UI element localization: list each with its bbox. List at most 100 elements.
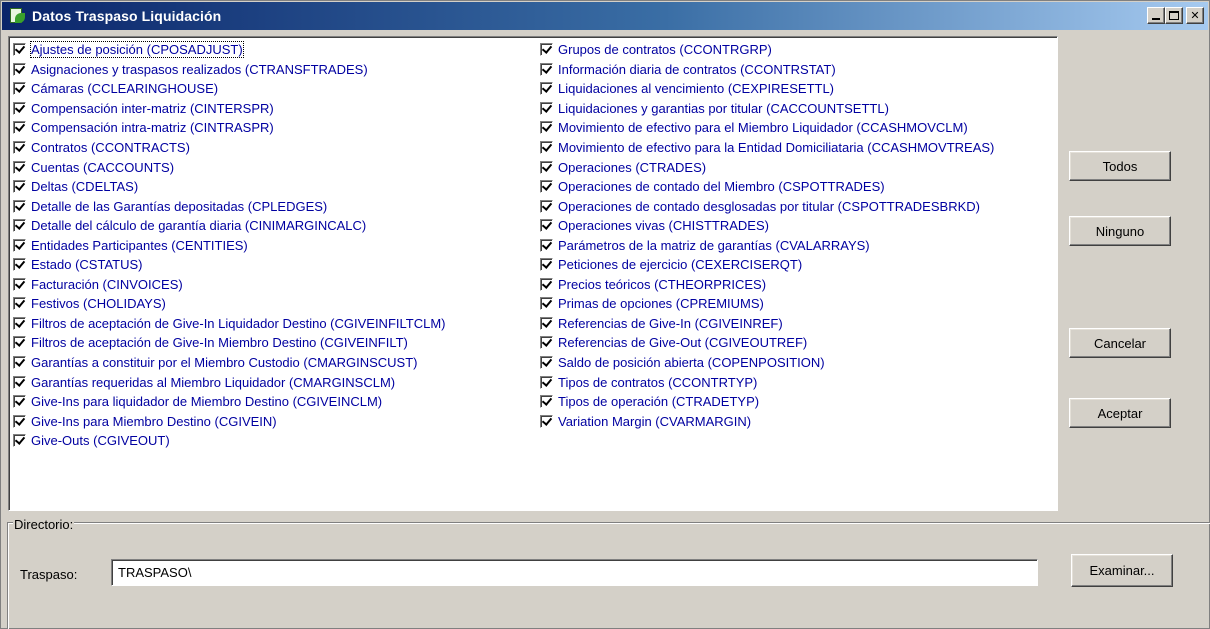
checked-checkbox-icon[interactable]	[13, 180, 26, 194]
tables-checklist[interactable]: Ajustes de posición (CPOSADJUST) Asignaci…	[8, 36, 1058, 511]
traspaso-path-input[interactable]	[111, 559, 1038, 586]
checked-checkbox-icon[interactable]	[540, 316, 553, 330]
checked-checkbox-icon[interactable]	[540, 121, 553, 135]
table-checkbox-item[interactable]: Garantías requeridas al Miembro Liquidad…	[13, 372, 445, 392]
table-checkbox-item[interactable]: Peticiones de ejercicio (CEXERCISERQT)	[540, 255, 994, 275]
checked-checkbox-icon[interactable]	[13, 199, 26, 213]
checked-checkbox-icon[interactable]	[540, 141, 553, 154]
checked-checkbox-icon[interactable]	[540, 258, 553, 272]
table-checkbox-item[interactable]: Referencias de Give-Out (CGIVEOUTREF)	[540, 333, 994, 353]
table-checkbox-item[interactable]: Operaciones vivas (CHISTTRADES)	[540, 216, 994, 236]
checked-checkbox-icon[interactable]	[540, 219, 553, 233]
accept-button[interactable]: Aceptar	[1069, 398, 1171, 428]
checked-checkbox-icon[interactable]	[13, 356, 26, 370]
table-checkbox-item[interactable]: Tipos de contratos (CCONTRTYP)	[540, 372, 994, 392]
table-checkbox-label: Parámetros de la matriz de garantías (CV…	[558, 237, 870, 253]
table-checkbox-item[interactable]: Referencias de Give-In (CGIVEINREF)	[540, 314, 994, 334]
checked-checkbox-icon[interactable]	[13, 219, 26, 233]
select-all-button[interactable]: Todos	[1069, 151, 1171, 181]
table-checkbox-item[interactable]: Compensación inter-matriz (CINTERSPR)	[13, 99, 445, 119]
table-checkbox-item[interactable]: Contratos (CCONTRACTS)	[13, 138, 445, 158]
table-checkbox-item[interactable]: Filtros de aceptación de Give-In Liquida…	[13, 314, 445, 334]
table-checkbox-label: Filtros de aceptación de Give-In Liquida…	[31, 315, 446, 331]
table-checkbox-item[interactable]: Garantías a constituir por el Miembro Cu…	[13, 353, 445, 373]
maximize-button[interactable]	[1165, 7, 1183, 24]
table-checkbox-item[interactable]: Deltas (CDELTAS)	[13, 177, 445, 197]
table-checkbox-item[interactable]: Detalle del cálculo de garantía diaria (…	[13, 216, 445, 236]
checked-checkbox-icon[interactable]	[540, 297, 553, 311]
table-checkbox-item[interactable]: Movimiento de efectivo para el Miembro L…	[540, 118, 994, 138]
checked-checkbox-icon[interactable]	[13, 336, 26, 350]
checked-checkbox-icon[interactable]	[13, 43, 26, 57]
checked-checkbox-icon[interactable]	[540, 101, 553, 115]
table-checkbox-item[interactable]: Filtros de aceptación de Give-In Miembro…	[13, 333, 445, 353]
table-checkbox-item[interactable]: Liquidaciones y garantias por titular (C…	[540, 99, 994, 119]
checked-checkbox-icon[interactable]	[540, 238, 553, 252]
checked-checkbox-icon[interactable]	[13, 62, 26, 76]
checked-checkbox-icon[interactable]	[13, 101, 26, 115]
table-checkbox-item[interactable]: Variation Margin (CVARMARGIN)	[540, 411, 994, 431]
table-checkbox-item[interactable]: Saldo de posición abierta (COPENPOSITION…	[540, 353, 994, 373]
table-checkbox-item[interactable]: Primas de opciones (CPREMIUMS)	[540, 294, 994, 314]
table-checkbox-item[interactable]: Festivos (CHOLIDAYS)	[13, 294, 445, 314]
checked-checkbox-icon[interactable]	[540, 395, 553, 409]
table-checkbox-item[interactable]: Entidades Participantes (CENTITIES)	[13, 235, 445, 255]
checked-checkbox-icon[interactable]	[540, 375, 553, 389]
table-checkbox-item[interactable]: Cuentas (CACCOUNTS)	[13, 157, 445, 177]
cancel-button[interactable]: Cancelar	[1069, 328, 1171, 358]
checked-checkbox-icon[interactable]	[13, 258, 26, 272]
table-checkbox-item[interactable]: Operaciones de contado desglosadas por t…	[540, 196, 994, 216]
checked-checkbox-icon[interactable]	[540, 414, 553, 428]
checked-checkbox-icon[interactable]	[540, 199, 553, 213]
checked-checkbox-icon[interactable]	[540, 277, 553, 291]
browse-button[interactable]: Examinar...	[1071, 554, 1173, 587]
table-checkbox-item[interactable]: Movimiento de efectivo para la Entidad D…	[540, 138, 994, 158]
checked-checkbox-icon[interactable]	[13, 82, 26, 96]
table-checkbox-item[interactable]: Tipos de operación (CTRADETYP)	[540, 392, 994, 412]
checked-checkbox-icon[interactable]	[13, 121, 26, 135]
table-checkbox-item[interactable]: Compensación intra-matriz (CINTRASPR)	[13, 118, 445, 138]
title-bar[interactable]: Datos Traspaso Liquidación ✕	[2, 2, 1208, 30]
checked-checkbox-icon[interactable]	[13, 141, 26, 154]
checked-checkbox-icon[interactable]	[540, 336, 553, 350]
table-checkbox-label: Give-Ins para liquidador de Miembro Dest…	[31, 394, 383, 410]
table-checkbox-item[interactable]: Liquidaciones al vencimiento (CEXPIRESET…	[540, 79, 994, 99]
checked-checkbox-icon[interactable]	[13, 375, 26, 389]
table-checkbox-item[interactable]: Give-Outs (CGIVEOUT)	[13, 431, 445, 451]
table-checkbox-item[interactable]: Parámetros de la matriz de garantías (CV…	[540, 235, 994, 255]
checked-checkbox-icon[interactable]	[13, 316, 26, 330]
close-button[interactable]: ✕	[1186, 7, 1204, 24]
checked-checkbox-icon[interactable]	[13, 160, 26, 174]
table-checkbox-item[interactable]: Operaciones de contado del Miembro (CSPO…	[540, 177, 994, 197]
checked-checkbox-icon[interactable]	[540, 160, 553, 174]
checked-checkbox-icon[interactable]	[13, 414, 26, 428]
table-checkbox-item[interactable]: Give-Ins para liquidador de Miembro Dest…	[13, 392, 445, 412]
checked-checkbox-icon[interactable]	[13, 434, 26, 448]
checked-checkbox-icon[interactable]	[540, 180, 553, 194]
table-checkbox-item[interactable]: Operaciones (CTRADES)	[540, 157, 994, 177]
checked-checkbox-icon[interactable]	[540, 43, 553, 57]
table-checkbox-label: Liquidaciones al vencimiento (CEXPIRESET…	[558, 81, 835, 97]
table-checkbox-item[interactable]: Grupos de contratos (CCONTRGRP)	[540, 40, 994, 60]
table-checkbox-item[interactable]: Información diaria de contratos (CCONTRS…	[540, 60, 994, 80]
table-checkbox-label: Grupos de contratos (CCONTRGRP)	[558, 42, 772, 58]
checked-checkbox-icon[interactable]	[13, 297, 26, 311]
minimize-button[interactable]	[1147, 7, 1165, 24]
table-checkbox-item[interactable]: Cámaras (CCLEARINGHOUSE)	[13, 79, 445, 99]
table-checkbox-label: Estado (CSTATUS)	[31, 257, 143, 273]
table-checkbox-item[interactable]: Asignaciones y traspasos realizados (CTR…	[13, 60, 445, 80]
table-checkbox-item[interactable]: Detalle de las Garantías depositadas (CP…	[13, 196, 445, 216]
table-checkbox-item[interactable]: Precios teóricos (CTHEORPRICES)	[540, 275, 994, 295]
checked-checkbox-icon[interactable]	[540, 356, 553, 370]
table-checkbox-item[interactable]: Facturación (CINVOICES)	[13, 275, 445, 295]
checked-checkbox-icon[interactable]	[540, 82, 553, 96]
table-checkbox-item[interactable]: Estado (CSTATUS)	[13, 255, 445, 275]
table-checkbox-item[interactable]: Ajustes de posición (CPOSADJUST)	[13, 40, 445, 60]
table-checkbox-label: Referencias de Give-Out (CGIVEOUTREF)	[558, 335, 808, 351]
table-checkbox-item[interactable]: Give-Ins para Miembro Destino (CGIVEIN)	[13, 411, 445, 431]
checked-checkbox-icon[interactable]	[13, 238, 26, 252]
checked-checkbox-icon[interactable]	[540, 62, 553, 76]
checked-checkbox-icon[interactable]	[13, 395, 26, 409]
select-none-button[interactable]: Ninguno	[1069, 216, 1171, 246]
checked-checkbox-icon[interactable]	[13, 277, 26, 291]
